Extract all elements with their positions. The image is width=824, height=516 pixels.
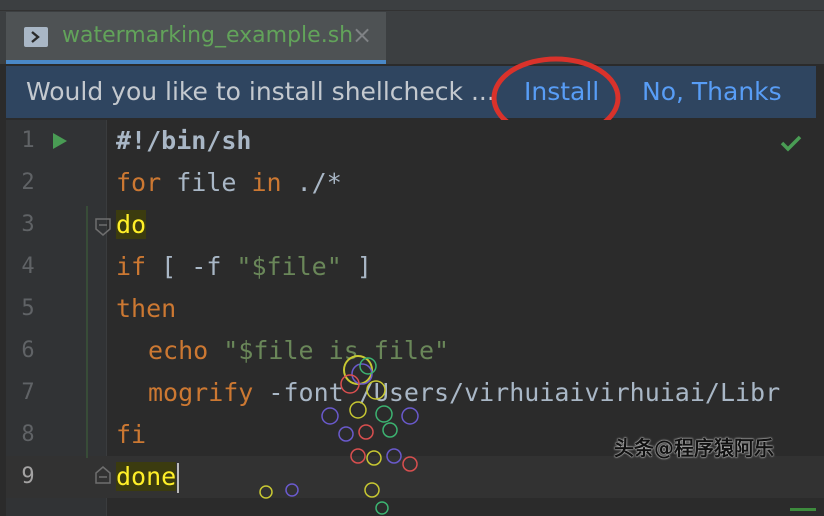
watermark-text: 头条@程序猿阿乐 <box>614 436 774 460</box>
code-line-5: then <box>116 294 177 323</box>
code-line-9: done <box>116 462 180 493</box>
line-number: 1 <box>21 128 35 153</box>
code-line-8: fi <box>116 420 147 449</box>
tab-watermarking-example[interactable]: watermarking_example.sh × <box>6 12 386 64</box>
keyword: echo <box>148 336 209 365</box>
code-text: file <box>161 168 252 197</box>
line-number: 8 <box>21 422 35 447</box>
line-number: 4 <box>21 254 35 279</box>
keyword: if <box>116 252 147 281</box>
string-literal: "$file" <box>236 252 342 281</box>
code-line-4: if [ -f "$file" ] <box>116 252 372 281</box>
highlighted-keyword: do <box>116 210 147 239</box>
checkmark-icon[interactable] <box>780 134 802 156</box>
plugin-install-banner: Would you like to install shellcheck ...… <box>6 66 816 118</box>
text-caret <box>177 463 180 493</box>
code-line-7: mogrify -font /Users/virhuiaivirhuiai/Li… <box>148 378 780 407</box>
code-text: ./* <box>281 168 342 197</box>
code-text: [ -f <box>146 252 237 281</box>
code-text: ] <box>341 252 372 281</box>
no-thanks-link[interactable]: No, Thanks <box>642 77 782 106</box>
code-line-3: do <box>116 210 147 239</box>
keyword: for <box>116 168 162 197</box>
banner-message: Would you like to install shellcheck ... <box>26 77 495 106</box>
keyword: mogrify <box>148 378 254 407</box>
change-marker <box>86 206 88 458</box>
editor-tab-bar: watermarking_example.sh × <box>0 0 824 64</box>
shell-script-icon <box>24 27 48 47</box>
fold-marker-icon[interactable] <box>94 465 112 489</box>
code-line-2: for file in ./* <box>116 168 342 197</box>
watermark-bubbles-decoration <box>259 355 419 515</box>
close-icon[interactable]: × <box>352 23 372 47</box>
line-number: 7 <box>21 380 35 405</box>
line-number: 2 <box>21 170 35 195</box>
keyword: in <box>251 168 282 197</box>
code-line-1: #!/bin/sh <box>116 126 252 155</box>
tab-filename: watermarking_example.sh <box>62 23 354 48</box>
line-number: 3 <box>21 212 35 237</box>
fold-marker-icon[interactable] <box>94 217 112 241</box>
line-number: 9 <box>21 464 35 489</box>
line-number: 5 <box>21 296 35 321</box>
tab-bar-divider <box>0 10 824 11</box>
highlighted-keyword: done <box>116 462 177 491</box>
status-indicator <box>790 508 816 511</box>
run-gutter-icon[interactable] <box>52 132 68 154</box>
line-number: 6 <box>21 338 35 363</box>
